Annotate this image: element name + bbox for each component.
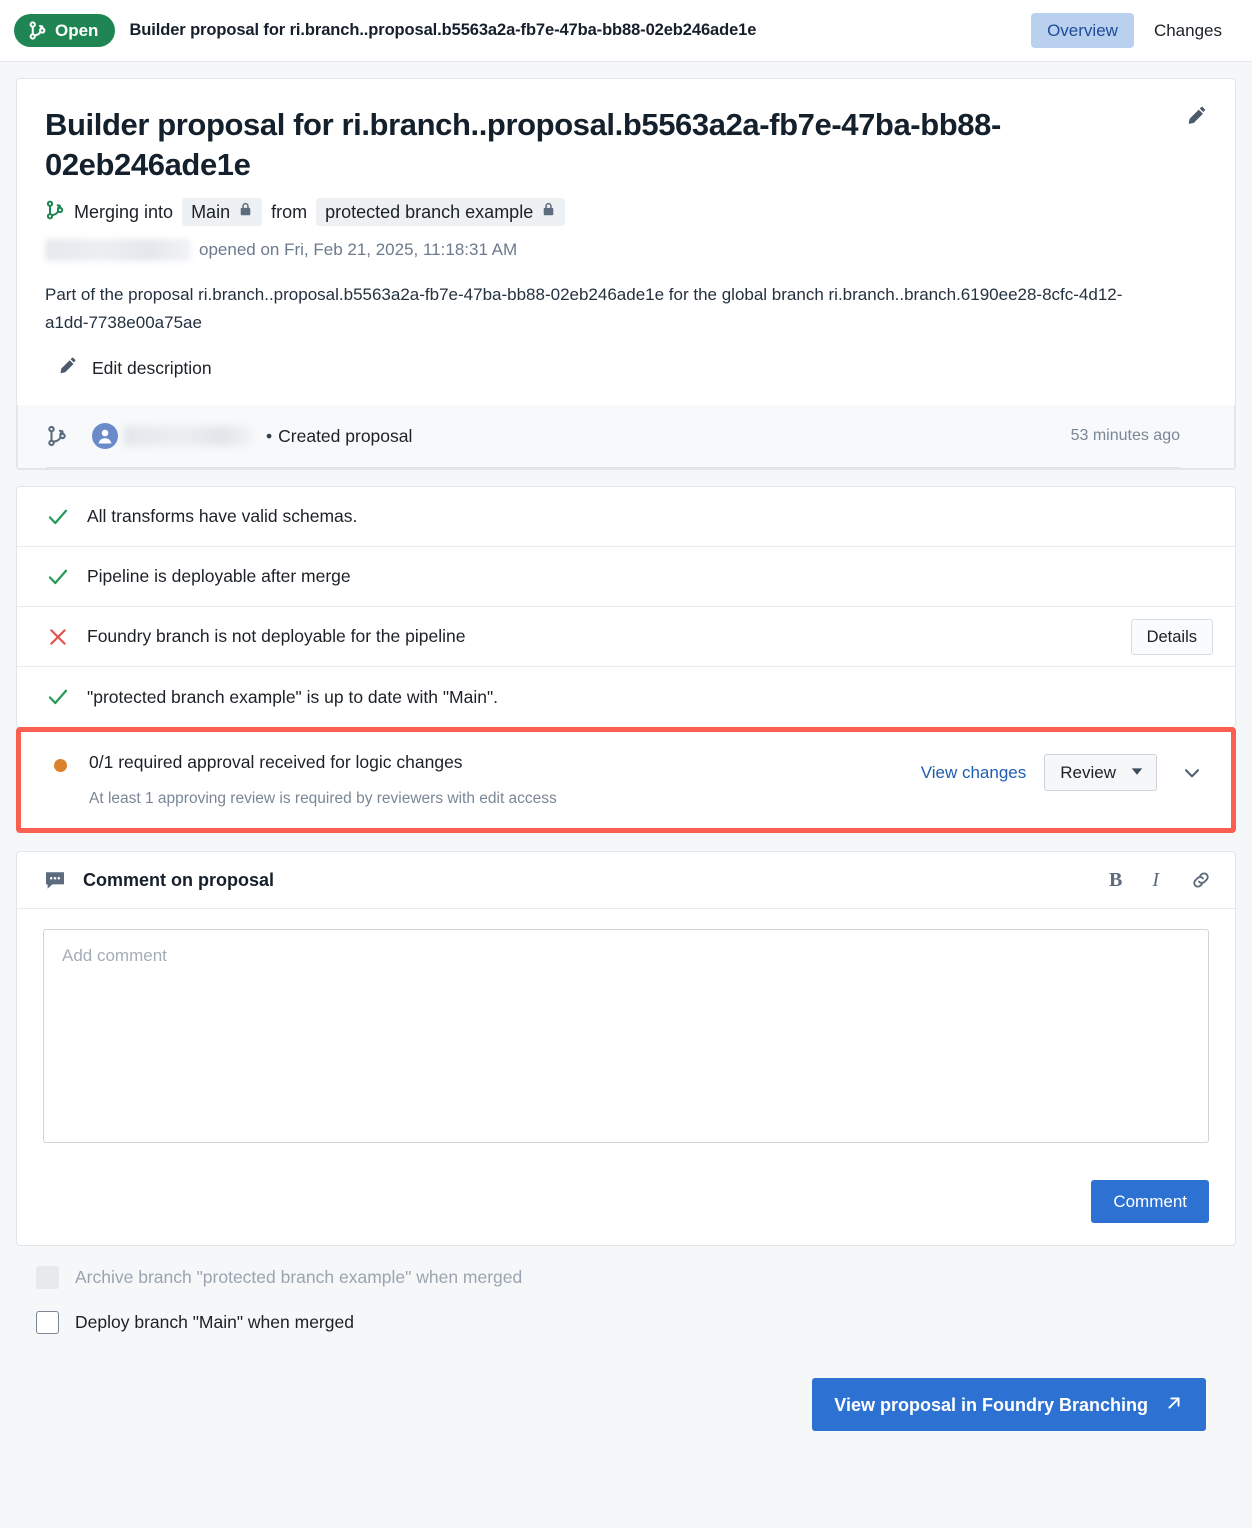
- formatting-toolbar: B I: [1109, 868, 1213, 892]
- archive-branch-label: Archive branch "protected branch example…: [75, 1267, 523, 1288]
- comment-input[interactable]: [43, 929, 1209, 1144]
- check-label: "protected branch example" is up to date…: [87, 686, 499, 707]
- check-row: All transforms have valid schemas.: [17, 487, 1235, 548]
- source-branch-label: protected branch example: [325, 201, 534, 222]
- expand-chevron-down-icon[interactable]: [1175, 760, 1209, 786]
- approval-row: 0/1 required approval received for logic…: [21, 732, 1231, 828]
- status-badge-open: Open: [14, 14, 116, 47]
- timeline-event-label: Created proposal: [278, 425, 413, 446]
- check-row: "protected branch example" is up to date…: [17, 667, 1235, 727]
- proposal-header: Builder proposal for ri.branch..proposal…: [17, 79, 1235, 405]
- redacted-author-name: [45, 239, 191, 262]
- lock-icon: [237, 201, 254, 223]
- check-label: Pipeline is deployable after merge: [87, 566, 351, 587]
- top-bar: Open Builder proposal for ri.branch..pro…: [0, 0, 1252, 62]
- pencil-icon: [59, 356, 79, 381]
- edit-title-pencil-icon[interactable]: [1183, 101, 1213, 131]
- review-dropdown-label: Review: [1060, 763, 1116, 783]
- check-row: Pipeline is deployable after merge: [17, 547, 1235, 608]
- source-branch-chip[interactable]: protected branch example: [316, 198, 566, 227]
- timeline-section: • Created proposal 53 minutes ago: [17, 405, 1235, 470]
- comment-footer: Comment: [17, 1166, 1235, 1245]
- view-proposal-external-label: View proposal in Foundry Branching: [834, 1394, 1148, 1415]
- comment-body: [17, 909, 1235, 1166]
- review-dropdown-button[interactable]: Review: [1044, 754, 1157, 792]
- tab-changes[interactable]: Changes: [1138, 13, 1238, 48]
- comment-header-title: Comment on proposal: [83, 869, 275, 890]
- checks-card: All transforms have valid schemas. Pipel…: [16, 486, 1236, 729]
- page-content: Builder proposal for ri.branch..proposal…: [0, 62, 1252, 1432]
- check-failure-icon: [45, 626, 71, 648]
- git-branch-icon-timeline: [46, 425, 92, 447]
- tab-list: Overview Changes: [1031, 13, 1238, 48]
- comment-header: Comment on proposal B I: [17, 852, 1235, 910]
- footer-actions: View proposal in Foundry Branching: [36, 1356, 1220, 1432]
- approval-text-block: 0/1 required approval received for logic…: [89, 752, 905, 808]
- bullet-separator: •: [266, 425, 273, 446]
- avatar: [92, 423, 118, 450]
- timeline-timestamp: 53 minutes ago: [1070, 427, 1180, 445]
- proposal-description: Part of the proposal ri.branch..proposal…: [45, 285, 1123, 332]
- merge-options: Archive branch "protected branch example…: [16, 1246, 1236, 1432]
- merge-info-line: Merging into Main from protected branch …: [45, 198, 1205, 227]
- lock-icon: [540, 201, 557, 223]
- breadcrumb-title: Builder proposal for ri.branch..proposal…: [129, 21, 757, 39]
- comment-submit-button[interactable]: Comment: [1091, 1180, 1209, 1224]
- merging-into-label: Merging into: [74, 201, 174, 222]
- opened-on-label: opened on Fri, Feb 21, 2025, 11:18:31 AM: [199, 240, 518, 260]
- details-button[interactable]: Details: [1130, 618, 1213, 656]
- approval-highlight-box: 0/1 required approval received for logic…: [16, 727, 1236, 834]
- caret-down-icon: [1130, 764, 1144, 781]
- check-success-icon: [45, 505, 71, 529]
- view-changes-link[interactable]: View changes: [921, 763, 1027, 783]
- deploy-branch-option[interactable]: Deploy branch "Main" when merged: [36, 1311, 1220, 1335]
- check-success-icon: [45, 685, 71, 709]
- approval-title: 0/1 required approval received for logic…: [89, 752, 463, 773]
- approval-actions: View changes Review: [921, 752, 1209, 792]
- italic-icon[interactable]: I: [1152, 869, 1159, 892]
- check-label: Foundry branch is not deployable for the…: [87, 626, 466, 647]
- from-label: from: [271, 201, 308, 222]
- tab-overview[interactable]: Overview: [1031, 13, 1134, 48]
- opened-by-line: opened on Fri, Feb 21, 2025, 11:18:31 AM: [45, 239, 1205, 262]
- pending-status-dot-icon: [54, 759, 67, 773]
- target-branch-chip[interactable]: Main: [182, 198, 263, 227]
- status-badge-label: Open: [55, 21, 99, 40]
- view-proposal-external-button[interactable]: View proposal in Foundry Branching: [812, 1378, 1206, 1432]
- external-link-arrow-icon: [1164, 1393, 1184, 1416]
- page-title: Builder proposal for ri.branch..proposal…: [45, 107, 1001, 182]
- proposal-header-card: Builder proposal for ri.branch..proposal…: [16, 78, 1236, 471]
- edit-description-label: Edit description: [92, 358, 212, 379]
- timeline-event: • Created proposal: [266, 426, 412, 447]
- link-icon[interactable]: [1189, 868, 1213, 892]
- archive-branch-checkbox: [36, 1266, 59, 1290]
- target-branch-label: Main: [191, 201, 231, 222]
- redacted-actor-name: [124, 426, 252, 447]
- archive-branch-option: Archive branch "protected branch example…: [36, 1266, 1220, 1290]
- comment-card: Comment on proposal B I Comment: [16, 851, 1236, 1247]
- edit-description-button[interactable]: Edit description: [59, 356, 212, 381]
- timeline-row: • Created proposal 53 minutes ago: [46, 405, 1180, 469]
- git-branch-icon: [28, 21, 47, 40]
- deploy-branch-checkbox[interactable]: [36, 1311, 59, 1335]
- comment-bubble-icon: [43, 868, 67, 892]
- check-label: All transforms have valid schemas.: [87, 506, 358, 527]
- approval-subtitle: At least 1 approving review is required …: [89, 790, 557, 808]
- deploy-branch-label: Deploy branch "Main" when merged: [75, 1312, 354, 1333]
- check-row: Foundry branch is not deployable for the…: [17, 607, 1235, 668]
- check-success-icon: [45, 565, 71, 589]
- git-branch-icon-small: [45, 200, 65, 225]
- bold-icon[interactable]: B: [1109, 869, 1122, 892]
